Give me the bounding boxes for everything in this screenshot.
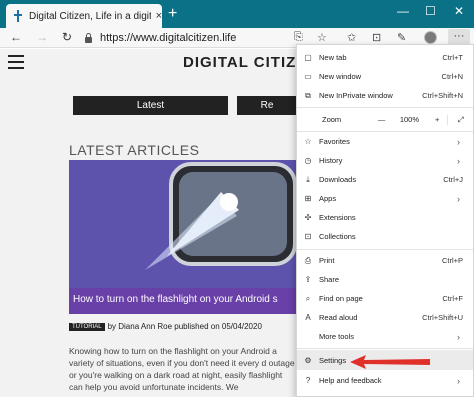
menu-item-label: History [319,156,343,165]
menu-item-collections[interactable]: ⊡ Collections [297,227,473,246]
menu-item-new-tab[interactable]: ▢ New tab Ctrl+T [297,48,473,67]
menu-item-downloads[interactable]: ⤓ Downloads Ctrl+J [297,170,473,189]
menu-item-shortcut: Ctrl+F [442,294,463,303]
menu-item-shortcut: Ctrl+Shift+U [422,313,463,322]
new-tab-icon: ▢ [304,53,312,62]
menu-item-new-window[interactable]: ▭ New window Ctrl+N [297,67,473,86]
menu-item-shortcut: Ctrl+P [441,256,463,265]
menu-item-label: Find on page [319,294,363,303]
menu-item-label: New tab [319,53,347,62]
menu-item-label: Downloads [319,175,357,184]
menu-separator [297,107,473,108]
zoom-label: Zoom [322,115,342,124]
menu-item-label: Print [319,256,335,265]
zoom-level: 100% [399,115,420,124]
url-text: https://www.digitalcitizen.life [100,31,237,44]
menu-item-favorites[interactable]: ☆ Favorites › [297,132,473,151]
profile-avatar[interactable] [424,31,437,44]
reader-mode-icon[interactable]: ⎘ [294,31,303,44]
help-icon: ? [305,376,311,385]
zoom-out-button[interactable]: — [372,115,392,124]
tab-close-icon[interactable]: × [156,10,162,22]
reviews-button[interactable]: Re [237,96,297,115]
menu-item-print[interactable]: ⎙ Print Ctrl+P [297,251,473,270]
favorites-bar-icon[interactable]: ✩ [347,31,356,44]
chevron-right-icon: › [457,375,460,386]
annotation-arrow-icon [350,355,430,369]
title-bar: Digital Citizen, Life in a digital wo × … [0,0,474,28]
zoom-row: Zoom — 100% + ⤢ [297,109,473,130]
browser-tab[interactable]: Digital Citizen, Life in a digital wo × [6,4,162,28]
site-favicon-icon [13,10,23,22]
favorites-icon: ☆ [304,137,312,146]
lock-icon[interactable] [85,32,92,43]
menu-item-shortcut: Ctrl+J [443,175,463,184]
menu-item-label: Collections [319,232,356,241]
settings-and-more-menu: ▢ New tab Ctrl+T ▭ New window Ctrl+N ⧉ N… [296,44,474,397]
menu-item-label: More tools [319,332,355,341]
hamburger-menu-icon[interactable] [8,55,24,73]
latest-button[interactable]: Latest [73,96,228,115]
chevron-right-icon: › [457,155,460,166]
close-window-button[interactable]: ✕ [454,4,464,18]
favorite-star-icon[interactable]: ☆ [317,31,327,44]
menu-item-label: New InPrivate window [319,91,393,100]
apps-icon: ⊞ [304,194,312,203]
menu-item-label: Share [319,275,340,284]
collections-toolbar-icon[interactable]: ⊡ [372,31,381,44]
new-tab-button[interactable]: + [168,5,177,23]
menu-item-more-tools[interactable]: More tools › [297,327,473,346]
menu-item-shortcut: Ctrl+Shift+N [422,91,463,100]
print-icon: ⎙ [304,255,312,265]
menu-item-label: Apps [319,194,337,203]
menu-item-read-aloud[interactable]: A Read aloud Ctrl+Shift+U [297,308,473,327]
inprivate-icon: ⧉ [305,90,311,100]
article-byline: by Diana Ann Roe published on 05/04/2020 [107,322,262,331]
article-meta: TUTORIAL by Diana Ann Roe published on 0… [69,322,262,331]
fullscreen-icon[interactable]: ⤢ [447,114,473,125]
menu-item-new-inprivate-window[interactable]: ⧉ New InPrivate window Ctrl+Shift+N [297,86,473,105]
menu-item-extensions[interactable]: ✣ Extensions [297,208,473,227]
menu-item-label: New window [319,72,362,81]
tab-title: Digital Citizen, Life in a digital wo [28,10,151,22]
extensions-icon: ✣ [304,213,312,222]
minimize-button[interactable]: — [397,4,409,18]
menu-item-label: Read aloud [319,313,358,322]
menu-separator [297,348,473,349]
forward-button[interactable]: → [36,30,48,44]
menu-separator [297,249,473,250]
menu-item-help-and-feedback[interactable]: ? Help and feedback › [297,371,473,390]
site-logo[interactable]: DIGITAL CITIZE [183,54,307,71]
share-icon: ⇪ [304,275,312,284]
chevron-right-icon: › [457,331,460,342]
menu-item-shortcut: Ctrl+N [441,72,463,81]
menu-item-label: Favorites [319,137,350,146]
history-icon: ◷ [304,156,312,165]
zoom-in-button[interactable]: + [427,115,447,124]
downloads-icon: ⤓ [306,174,310,184]
find-icon: ⌕ [305,293,311,303]
chevron-right-icon: › [457,193,460,204]
menu-item-find-on-page[interactable]: ⌕ Find on page Ctrl+F [297,289,473,308]
chevron-right-icon: › [457,136,460,147]
settings-icon: ⚙ [304,355,312,365]
back-button[interactable]: ← [10,30,22,44]
tutorial-badge[interactable]: TUTORIAL [69,322,105,331]
article-caption[interactable]: How to turn on the flashlight on your An… [69,288,299,314]
refresh-button[interactable]: ↻ [62,30,72,44]
menu-item-shortcut: Ctrl+T [442,53,463,62]
menu-item-label: Help and feedback [319,376,382,385]
menu-item-apps[interactable]: ⊞ Apps › [297,189,473,208]
article-excerpt: Knowing how to turn on the flashlight on… [69,346,295,392]
section-title: LATEST ARTICLES [69,142,200,158]
new-window-icon: ▭ [304,72,312,81]
menu-item-label: Extensions [319,213,356,222]
menu-item-share[interactable]: ⇪ Share [297,270,473,289]
extension-icon[interactable]: ✎ [397,31,406,44]
maximize-button[interactable]: ☐ [425,4,436,18]
collections-icon: ⊡ [304,232,312,241]
menu-item-history[interactable]: ◷ History › [297,151,473,170]
read-aloud-icon: A [305,313,311,322]
